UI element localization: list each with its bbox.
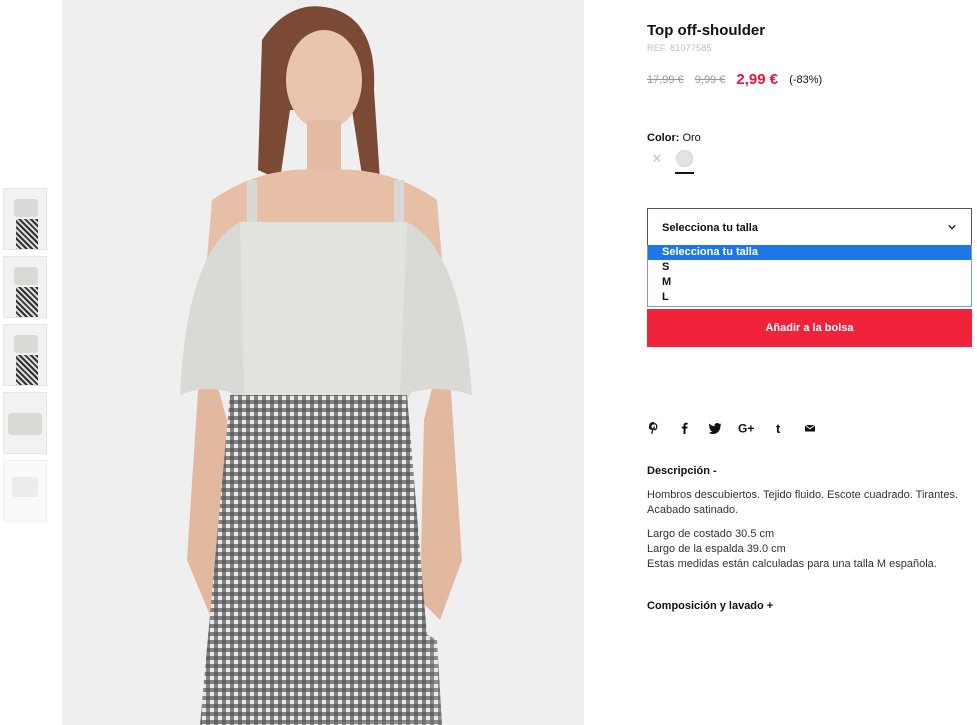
size-select-value: Selecciona tu talla <box>662 222 758 234</box>
color-label: Color: <box>647 132 680 144</box>
size-option-m[interactable]: M <box>648 275 971 290</box>
price-previous: 9,99 € <box>694 74 726 86</box>
product-reference: REF. 81077585 <box>647 43 712 53</box>
measure-line-2: Largo de la espalda 39.0 cm <box>647 543 786 555</box>
composition-heading[interactable]: Composición y lavado + <box>647 600 773 612</box>
price-current: 2,99 € <box>736 71 779 88</box>
tumblr-icon[interactable]: t <box>773 421 787 435</box>
google-plus-icon[interactable]: G+ <box>738 421 756 435</box>
color-swatch-unavailable[interactable]: ✕ <box>650 152 664 166</box>
add-to-bag-button[interactable]: Añadir a la bolsa <box>647 309 972 347</box>
size-option-l[interactable]: L <box>648 290 971 305</box>
size-dropdown-list: Selecciona tu talla S M L <box>647 245 972 307</box>
facebook-icon[interactable] <box>677 421 691 435</box>
size-option-s[interactable]: S <box>648 260 971 275</box>
size-select[interactable]: Selecciona tu talla <box>647 208 972 246</box>
price-original: 17,99 € <box>647 74 684 86</box>
thumbnail-1[interactable] <box>3 188 47 250</box>
color-swatch-selected[interactable] <box>676 150 693 167</box>
color-label-row: Color: Oro <box>647 132 701 144</box>
product-photo-illustration <box>62 0 584 725</box>
pinterest-icon[interactable] <box>647 421 661 435</box>
svg-text:G+: G+ <box>738 421 754 435</box>
description-heading[interactable]: Descripción - <box>647 465 717 477</box>
color-swatches: ✕ <box>650 150 710 180</box>
size-option-placeholder[interactable]: Selecciona tu talla <box>648 245 971 260</box>
thumbnail-3[interactable] <box>3 324 47 386</box>
swatch-selected-indicator <box>675 172 694 174</box>
thumbnail-strip <box>3 188 48 528</box>
measure-line-1: Largo de costado 30.5 cm <box>647 528 775 540</box>
email-icon[interactable] <box>803 421 817 435</box>
svg-text:t: t <box>776 421 781 435</box>
description-text: Hombros descubiertos. Tejido fluido. Esc… <box>647 489 959 516</box>
share-icons: G+ t <box>647 419 829 435</box>
thumbnail-5[interactable] <box>3 460 47 522</box>
color-value: Oro <box>682 132 701 144</box>
product-photo <box>62 0 584 725</box>
discount-badge: (-83%) <box>789 74 823 86</box>
thumbnail-2[interactable] <box>3 256 47 318</box>
product-title: Top off-shoulder <box>647 22 766 39</box>
thumbnail-4[interactable] <box>3 392 47 454</box>
chevron-down-icon <box>948 224 956 230</box>
price-row: 17,99 € 9,99 € 2,99 € (-83%) <box>647 71 822 88</box>
measure-line-3: Estas medidas están calculadas para una … <box>647 558 937 570</box>
twitter-icon[interactable] <box>708 421 722 435</box>
